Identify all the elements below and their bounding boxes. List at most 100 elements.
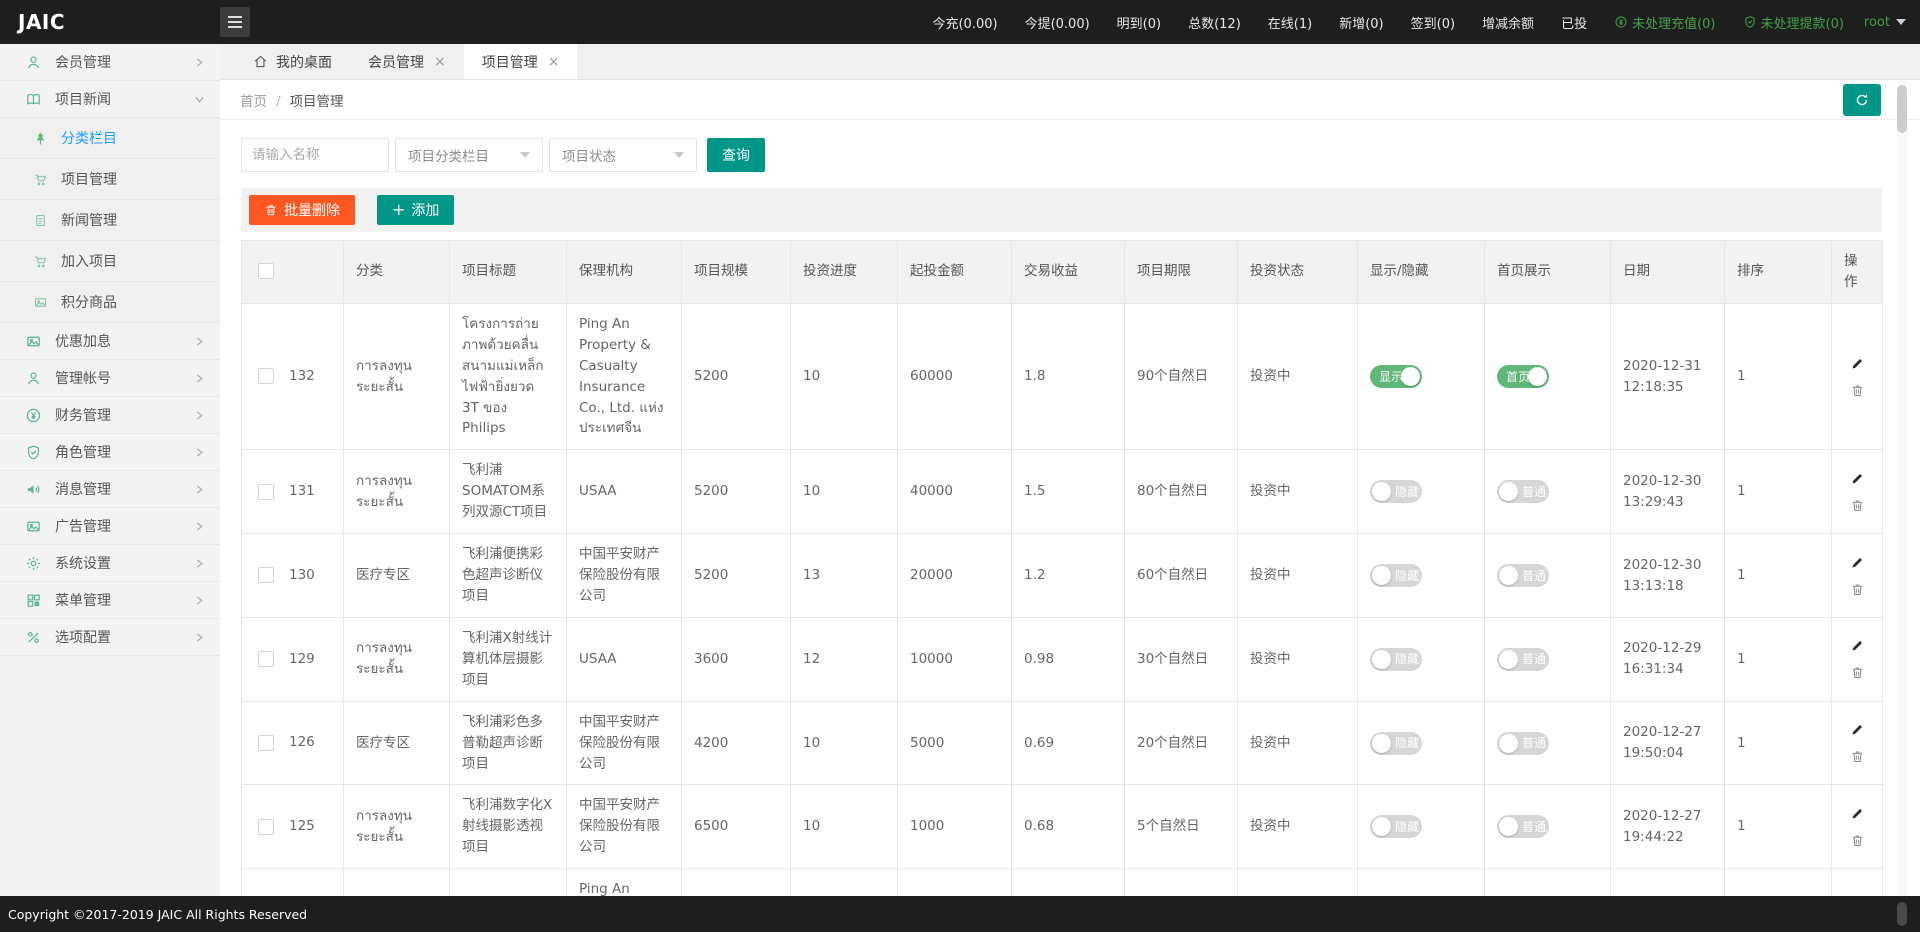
cell-category: 医疗专区 xyxy=(344,534,450,618)
delete-icon[interactable] xyxy=(1844,833,1870,848)
delete-icon[interactable] xyxy=(1844,582,1870,597)
sidebar-item-label: 分类栏目 xyxy=(61,128,117,148)
sidebar-item-会员管理[interactable]: 会员管理 xyxy=(0,44,220,81)
show-hide-toggle[interactable]: 隐藏 xyxy=(1370,564,1422,587)
row-checkbox[interactable] xyxy=(258,651,274,667)
sidebar-item-消息管理[interactable]: 消息管理 xyxy=(0,471,220,508)
cell-date: 2020-12-27 19:50:04 xyxy=(1611,701,1725,785)
edit-icon[interactable] xyxy=(1844,555,1870,570)
projects-table: 分类项目标题保理机构项目规模投资进度起投金额交易收益项目期限投资状态显示/隐藏首… xyxy=(241,240,1883,896)
sidebar-item-label: 角色管理 xyxy=(55,442,111,462)
edit-icon[interactable] xyxy=(1844,722,1870,737)
cell-progress: 13 xyxy=(791,534,898,618)
add-button[interactable]: + 添加 xyxy=(377,195,454,225)
sidebar-toggle-button[interactable] xyxy=(220,7,250,37)
cell-title: โครงการเครื่องอัลตร้าซาวน์สีทางการแพทย์ข… xyxy=(450,869,567,896)
row-checkbox[interactable] xyxy=(258,567,274,583)
search-button[interactable]: 查询 xyxy=(707,138,765,172)
header-stat: 未处理提款(0) xyxy=(1743,13,1844,32)
cell-date: 2020-12-27 19:29:41 xyxy=(1611,869,1725,896)
show-hide-toggle[interactable]: 隐藏 xyxy=(1370,480,1422,503)
breadcrumb-home[interactable]: 首页 xyxy=(240,94,267,110)
batch-delete-button[interactable]: 批量删除 xyxy=(249,195,355,225)
homepage-toggle[interactable]: 首页 xyxy=(1497,365,1549,388)
status-select[interactable]: 项目状态 xyxy=(549,138,697,172)
top-header: JAIC 今充(0.00) 今提(0.00) 明到(0) 总数(12) 在线(1… xyxy=(0,0,1920,44)
select-all-checkbox[interactable] xyxy=(258,263,274,279)
column-header: 保理机构 xyxy=(567,241,682,304)
yen-icon xyxy=(1614,15,1628,29)
sidebar-item-label: 优惠加息 xyxy=(55,331,111,351)
edit-icon[interactable] xyxy=(1844,471,1870,486)
sidebar-item-项目管理[interactable]: 项目管理 xyxy=(0,159,220,200)
sidebar-item-项目新闻[interactable]: 项目新闻 xyxy=(0,81,220,118)
tab-会员管理[interactable]: 会员管理 × xyxy=(350,44,464,79)
table-row: 129 การลงทุนระยะสั้น 飞利浦X射线计算机体层摄影项目 USA… xyxy=(242,617,1883,701)
row-checkbox[interactable] xyxy=(258,484,274,500)
sidebar-item-广告管理[interactable]: 广告管理 xyxy=(0,508,220,545)
user-icon xyxy=(25,54,42,71)
show-hide-toggle[interactable]: 隐藏 xyxy=(1370,732,1422,755)
delete-icon[interactable] xyxy=(1844,749,1870,764)
cell-profit: 0.62 xyxy=(1012,869,1125,896)
sidebar-item-财务管理[interactable]: 财务管理 xyxy=(0,397,220,434)
cell-status: 投资中 xyxy=(1238,303,1358,450)
close-icon[interactable]: × xyxy=(434,54,446,70)
cell-duration: 90个自然日 xyxy=(1125,303,1238,450)
shield-icon xyxy=(25,444,42,461)
trash-icon xyxy=(264,203,278,217)
page-footer: Copyright ©2017-2019 JAIC All Rights Res… xyxy=(0,896,1920,932)
homepage-toggle[interactable]: 普通 xyxy=(1497,732,1549,755)
chevron-right-icon xyxy=(195,58,204,67)
sidebar-item-选项配置[interactable]: 选项配置 xyxy=(0,619,220,656)
chevron-right-icon xyxy=(195,448,204,457)
show-hide-toggle[interactable]: 显示 xyxy=(1370,365,1422,388)
homepage-toggle[interactable]: 普通 xyxy=(1497,815,1549,838)
doc-icon xyxy=(33,213,48,228)
tab-项目管理[interactable]: 项目管理 × xyxy=(464,44,578,79)
delete-icon[interactable] xyxy=(1844,383,1870,398)
sidebar-item-管理帐号[interactable]: 管理帐号 xyxy=(0,360,220,397)
tab-我的桌面[interactable]: 我的桌面 × xyxy=(235,44,350,79)
refresh-button[interactable] xyxy=(1843,84,1881,116)
sidebar-item-加入项目[interactable]: 加入项目 xyxy=(0,241,220,282)
sidebar-item-积分商品[interactable]: 积分商品 xyxy=(0,282,220,323)
sidebar-item-label: 菜单管理 xyxy=(55,590,111,610)
sidebar-item-新闻管理[interactable]: 新闻管理 xyxy=(0,200,220,241)
close-icon[interactable]: × xyxy=(548,54,560,70)
cell-sort: 1 xyxy=(1725,303,1832,450)
vertical-scrollbar[interactable] xyxy=(1897,81,1907,896)
edit-icon[interactable] xyxy=(1844,806,1870,821)
name-search-input[interactable] xyxy=(241,138,389,172)
homepage-toggle[interactable]: 普通 xyxy=(1497,480,1549,503)
cell-scale: 5200 xyxy=(682,303,791,450)
sidebar-item-label: 会员管理 xyxy=(55,52,111,72)
home-icon xyxy=(253,54,268,69)
sidebar-item-菜单管理[interactable]: 菜单管理 xyxy=(0,582,220,619)
row-checkbox[interactable] xyxy=(258,819,274,835)
column-header: 操作 xyxy=(1832,241,1883,304)
delete-icon[interactable] xyxy=(1844,665,1870,680)
scrollbar-thumb-bottom[interactable] xyxy=(1897,902,1907,926)
show-hide-toggle[interactable]: 隐藏 xyxy=(1370,815,1422,838)
user-menu[interactable]: root xyxy=(1864,15,1920,30)
chevron-right-icon xyxy=(195,485,204,494)
delete-icon[interactable] xyxy=(1844,498,1870,513)
sidebar-item-角色管理[interactable]: 角色管理 xyxy=(0,434,220,471)
sidebar-item-label: 积分商品 xyxy=(61,292,117,312)
homepage-toggle[interactable]: 普通 xyxy=(1497,648,1549,671)
row-checkbox[interactable] xyxy=(258,368,274,384)
cell-date: 2020-12-31 12:18:35 xyxy=(1611,303,1725,450)
row-checkbox[interactable] xyxy=(258,735,274,751)
edit-icon[interactable] xyxy=(1844,356,1870,371)
sidebar-item-分类栏目[interactable]: 分类栏目 xyxy=(0,118,220,159)
sidebar-item-系统设置[interactable]: 系统设置 xyxy=(0,545,220,582)
sidebar-item-优惠加息[interactable]: 优惠加息 xyxy=(0,323,220,360)
homepage-toggle[interactable]: 普通 xyxy=(1497,564,1549,587)
edit-icon[interactable] xyxy=(1844,638,1870,653)
category-select[interactable]: 项目分类栏目 xyxy=(395,138,543,172)
show-hide-toggle[interactable]: 隐藏 xyxy=(1370,648,1422,671)
cell-title: โครงการถ่ายภาพด้วยคลื่นสนามแม่เหล็กไฟฟ้า… xyxy=(450,303,567,450)
scrollbar-thumb[interactable] xyxy=(1897,85,1907,133)
chevron-right-icon xyxy=(195,522,204,531)
